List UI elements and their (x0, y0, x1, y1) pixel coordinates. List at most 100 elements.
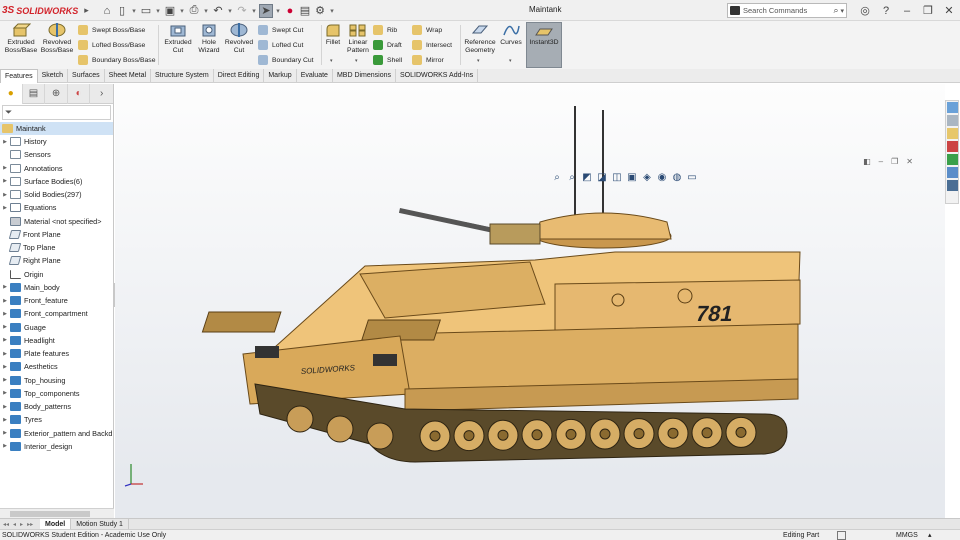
unit-system[interactable]: MMGS (896, 530, 918, 540)
viewport-restore-icon[interactable]: ❐ (891, 157, 898, 166)
new-dropdown-icon[interactable]: ▾ (130, 7, 138, 15)
tree-item[interactable]: ▶ Surface Bodies(6) (0, 175, 113, 188)
first-tab-icon[interactable]: ◂◂ (3, 521, 9, 528)
custom-properties-icon[interactable] (946, 167, 958, 178)
hole-wizard-button[interactable]: Hole Wizard (194, 23, 224, 55)
tree-item[interactable]: ▶ History (0, 135, 113, 148)
revolved-cut-button[interactable]: Revolved Cut (223, 23, 255, 55)
viewport-split-icon[interactable]: ◧ (863, 157, 871, 166)
fillet-button[interactable]: Fillet (322, 23, 344, 47)
shell-button[interactable]: Shell (373, 54, 402, 66)
traffic-light-icon[interactable]: ● (283, 4, 297, 18)
tab-evaluate[interactable]: Evaluate (297, 69, 333, 83)
reference-geometry-dropdown-icon[interactable]: ▾ (477, 58, 480, 64)
hide-show-icon[interactable]: ◈ (641, 172, 653, 183)
appearances-icon[interactable] (946, 154, 958, 165)
expand-caret-icon[interactable]: ▶ (0, 337, 10, 343)
swept-boss-button[interactable]: Swept Boss/Base (78, 24, 145, 36)
undo-dropdown-icon[interactable]: ▾ (226, 7, 234, 15)
tree-item[interactable]: Right Plane (0, 254, 113, 267)
lofted-cut-button[interactable]: Lofted Cut (258, 39, 303, 51)
pattern-dropdown-icon[interactable]: ▾ (355, 58, 358, 64)
expand-caret-icon[interactable]: ▶ (0, 298, 10, 304)
property-manager-tab-icon[interactable]: ▤ (23, 83, 46, 104)
expand-caret-icon[interactable]: ▶ (0, 351, 10, 357)
design-library-icon[interactable] (946, 115, 958, 126)
last-tab-icon[interactable]: ▸▸ (27, 521, 33, 528)
viewport-close-icon[interactable]: ✕ (906, 157, 913, 166)
select-dropdown-icon[interactable]: ▾ (274, 7, 282, 15)
expand-caret-icon[interactable]: ▶ (0, 311, 10, 317)
forum-icon[interactable] (946, 180, 958, 191)
apply-scene-icon[interactable]: ◍ (671, 172, 683, 183)
save-dropdown-icon[interactable]: ▾ (178, 7, 186, 15)
swept-cut-button[interactable]: Swept Cut (258, 24, 303, 36)
tree-item[interactable]: ▶ Exterior_pattern and Backd (0, 427, 113, 440)
tree-item[interactable]: ▶ Interior_design (0, 440, 113, 453)
tree-item[interactable]: ▶ Top_housing (0, 374, 113, 387)
intersect-button[interactable]: Intersect (412, 39, 452, 51)
extruded-cut-button[interactable]: Extruded Cut (161, 23, 195, 55)
reference-geometry-button[interactable]: Reference Geometry (462, 23, 498, 55)
curves-button[interactable]: Curves (499, 23, 523, 47)
search-icon[interactable]: ⌕ (833, 5, 838, 16)
tree-item[interactable]: ▶ Main_body (0, 281, 113, 294)
minimize-icon[interactable]: – (900, 5, 914, 17)
expand-caret-icon[interactable]: ▶ (0, 364, 10, 370)
redo-icon[interactable]: ↷ (235, 4, 249, 18)
expand-caret-icon[interactable]: ▶ (0, 430, 10, 436)
expand-caret-icon[interactable]: ▶ (0, 192, 10, 198)
redo-dropdown-icon[interactable]: ▾ (250, 7, 258, 15)
expand-caret-icon[interactable]: ▶ (0, 390, 10, 396)
options-dropdown-icon[interactable]: ▾ (328, 7, 336, 15)
view-orientation-icon[interactable]: ◫ (611, 172, 623, 183)
rib-button[interactable]: Rib (373, 24, 397, 36)
section-view-icon[interactable]: ◪ (596, 172, 608, 183)
tree-item[interactable]: ▶ Front_feature (0, 294, 113, 307)
zoom-to-fit-icon[interactable]: ⌕ (551, 172, 563, 183)
linear-pattern-button[interactable]: Linear Pattern (344, 23, 372, 55)
solidworks-resources-icon[interactable] (946, 102, 958, 113)
print-icon[interactable]: ⎙ (187, 4, 201, 18)
expand-caret-icon[interactable]: ▶ (0, 324, 10, 330)
save-icon[interactable]: ▣ (163, 4, 177, 18)
viewport-minimize-icon[interactable]: – (879, 157, 883, 166)
tree-item[interactable]: ▶ Front_compartment (0, 307, 113, 320)
tree-item[interactable]: ▶ Aesthetics (0, 360, 113, 373)
zoom-to-area-icon[interactable]: ⌕ (566, 172, 578, 183)
tab-structure-system[interactable]: Structure System (151, 69, 214, 83)
appearance-tab-icon[interactable]: ◐ (68, 83, 91, 104)
open-dropdown-icon[interactable]: ▾ (154, 7, 162, 15)
curves-dropdown-icon[interactable]: ▾ (509, 58, 512, 64)
draft-button[interactable]: Draft (373, 39, 402, 51)
previous-view-icon[interactable]: ◩ (581, 172, 593, 183)
tab-markup[interactable]: Markup (264, 69, 297, 83)
search-dropdown-icon[interactable]: ▾ (840, 7, 844, 15)
tab-sheet-metal[interactable]: Sheet Metal (105, 69, 152, 83)
tree-item[interactable]: ▶ Headlight (0, 334, 113, 347)
unit-dropdown-icon[interactable]: ▴ (928, 530, 932, 540)
home-icon[interactable]: ⌂ (100, 4, 114, 18)
boundary-cut-button[interactable]: Boundary Cut (258, 54, 314, 66)
feature-manager-tab-icon[interactable]: ● (0, 83, 23, 104)
help-icon[interactable]: ? (879, 5, 893, 17)
tree-item[interactable]: Top Plane (0, 241, 113, 254)
tree-item[interactable]: ▶ Equations (0, 201, 113, 214)
expand-caret-icon[interactable]: ▶ (0, 443, 10, 449)
tree-item[interactable]: ▶ Plate features (0, 347, 113, 360)
extruded-boss-button[interactable]: Extruded Boss/Base (4, 23, 38, 55)
tab-sketch[interactable]: Sketch (38, 69, 69, 83)
mirror-button[interactable]: Mirror (412, 54, 444, 66)
tree-item[interactable]: ▶ Annotations (0, 162, 113, 175)
new-document-icon[interactable]: ▯ (115, 4, 129, 18)
close-icon[interactable]: ✕ (942, 4, 956, 17)
print-dropdown-icon[interactable]: ▾ (202, 7, 210, 15)
expand-caret-icon[interactable]: ▶ (0, 404, 10, 410)
tree-item[interactable]: Material <not specified> (0, 215, 113, 228)
tree-item[interactable]: ▶ Solid Bodies(297) (0, 188, 113, 201)
expand-caret-icon[interactable]: ▶ (0, 205, 10, 211)
configuration-manager-tab-icon[interactable]: ⊕ (45, 83, 68, 104)
expand-caret-icon[interactable]: ▶ (0, 284, 10, 290)
expand-caret-icon[interactable]: ▶ (0, 165, 10, 171)
tab-mbd-dimensions[interactable]: MBD Dimensions (333, 69, 397, 83)
